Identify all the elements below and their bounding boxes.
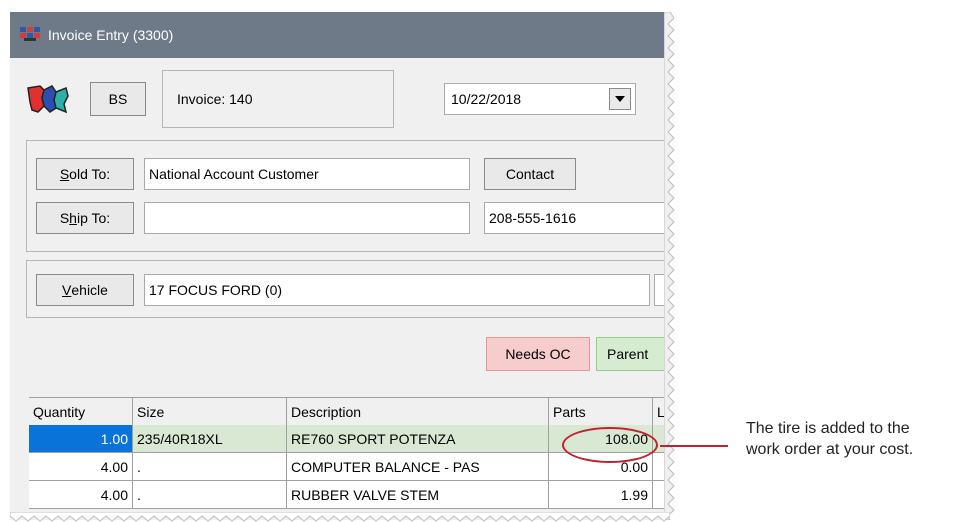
size-cell[interactable]: 235/40R18XL (133, 425, 287, 453)
invoice-number: Invoice: 140 (177, 91, 253, 107)
grid-header-row: Quantity Size Description Parts L (29, 397, 668, 426)
parent-badge[interactable]: Parent (596, 337, 668, 371)
header-size[interactable]: Size (133, 398, 287, 426)
sold-to-label: old To: (69, 166, 111, 182)
map-logo-icon (27, 85, 69, 114)
invoice-app-icon (20, 27, 40, 41)
date-select[interactable]: 10/22/2018 (444, 83, 636, 115)
header-parts[interactable]: Parts (549, 398, 653, 426)
date-value: 10/22/2018 (451, 91, 522, 107)
size-cell[interactable]: . (133, 481, 287, 509)
bs-label: BS (108, 91, 128, 107)
parts-highlight-circle (562, 427, 658, 463)
vehicle-mnemonic: V (62, 282, 72, 298)
quantity-cell[interactable]: 4.00 (29, 453, 133, 481)
quantity-cell[interactable]: 4.00 (29, 481, 133, 509)
quantity-cell[interactable]: 1.00 (29, 425, 133, 453)
size-cell[interactable]: . (133, 453, 287, 481)
ship-to-mnemonic: h (69, 210, 77, 226)
bs-button[interactable]: BS (90, 82, 146, 116)
needs-oc-badge[interactable]: Needs OC (486, 337, 590, 371)
table-row[interactable]: 4.00 . COMPUTER BALANCE - PAS 0.00 (29, 453, 668, 481)
parent-label: Parent (607, 346, 649, 362)
title-bar: Invoice Entry (3300) (10, 12, 668, 58)
sold-to-field[interactable]: National Account Customer (144, 158, 470, 190)
ship-to-field[interactable] (144, 202, 470, 234)
description-cell[interactable]: RE760 SPORT POTENZA (287, 425, 549, 453)
torn-edge-bottom (10, 512, 670, 522)
description-cell[interactable]: RUBBER VALVE STEM (287, 481, 549, 509)
vehicle-field[interactable]: 17 FOCUS FORD (0) (144, 274, 650, 306)
header-description[interactable]: Description (287, 398, 549, 426)
callout-text: The tire is added to the work order at y… (746, 418, 913, 460)
ship-to-label: ip To: (76, 210, 111, 226)
torn-edge-right (664, 12, 675, 520)
window-title: Invoice Entry (3300) (48, 27, 174, 43)
needs-oc-label: Needs OC (505, 346, 571, 362)
parts-cell[interactable]: 1.99 (549, 481, 653, 509)
header-quantity[interactable]: Quantity (29, 398, 133, 426)
table-row[interactable]: 4.00 . RUBBER VALVE STEM 1.99 (29, 481, 668, 509)
ship-to-button[interactable]: Sh ip To: (36, 202, 134, 234)
ship-to-label-start: S (59, 210, 70, 226)
callout-line-1: The tire is added to the (746, 420, 910, 437)
description-cell[interactable]: COMPUTER BALANCE - PAS (287, 453, 549, 481)
contact-label: Contact (505, 166, 555, 182)
date-dropdown-button[interactable] (609, 88, 631, 110)
sold-to-mnemonic: S (59, 166, 70, 182)
vehicle-value: 17 FOCUS FORD (0) (149, 282, 283, 298)
vehicle-label: ehicle (71, 282, 108, 298)
invoice-number-box: Invoice: 140 (162, 70, 394, 128)
phone-field[interactable]: 208-555-1616 (484, 202, 668, 234)
phone-value: 208-555-1616 (489, 210, 577, 226)
callout-line-2: work order at your cost. (746, 441, 914, 458)
contact-button[interactable]: Contact (484, 158, 576, 190)
sold-to-value: National Account Customer (149, 166, 319, 182)
customer-group (26, 140, 668, 252)
callout-line (660, 445, 728, 447)
chevron-down-icon (615, 96, 625, 102)
vehicle-button[interactable]: Vehicle (36, 274, 134, 306)
sold-to-button[interactable]: Sold To: (36, 158, 134, 190)
